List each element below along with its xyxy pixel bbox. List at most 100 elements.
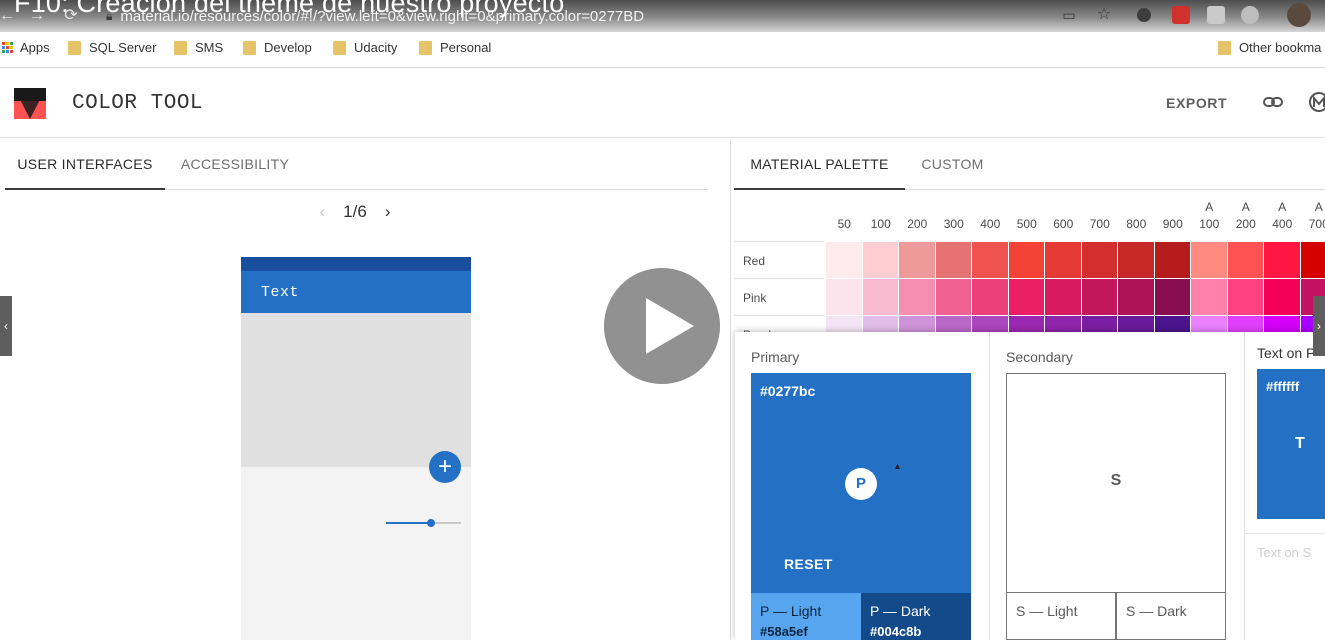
palette-column-header: 200 [907, 217, 928, 231]
primary-dark-swatch[interactable]: P — Dark #004c8b [861, 593, 971, 640]
color-tool-logo [14, 88, 46, 119]
phone-status-bar [241, 257, 471, 271]
bookmark-personal[interactable]: Personal [419, 40, 491, 55]
theme-card: Primary #0277bc P RESET P — Light #58a5e… [735, 332, 1325, 640]
palette-swatch[interactable] [1191, 242, 1227, 278]
extension-icon[interactable] [1137, 8, 1151, 22]
card-separator [1244, 533, 1325, 534]
bookmark-sql-server[interactable]: SQL Server [68, 40, 156, 55]
bookmark-label: Develop [264, 40, 312, 55]
mouse-cursor-icon: ▲ [893, 461, 902, 471]
primary-light-swatch[interactable]: P — Light #58a5ef [751, 593, 861, 640]
palette-swatch[interactable] [899, 279, 935, 315]
slider[interactable] [386, 519, 461, 527]
app-header: COLOR TOOL EXPORT [0, 69, 1325, 138]
palette-swatch[interactable] [1227, 279, 1263, 315]
bookmark-sms[interactable]: SMS [174, 40, 223, 55]
bookmark-udacity[interactable]: Udacity [333, 40, 397, 55]
reset-button[interactable]: RESET [784, 556, 833, 572]
primary-light-label: P — Light [760, 603, 822, 619]
palette-column-header: 300 [943, 217, 964, 231]
folder-icon [419, 40, 432, 55]
tab-custom[interactable]: CUSTOM [910, 139, 995, 190]
palette-swatch[interactable] [862, 242, 898, 278]
bookmark-label: Personal [440, 40, 492, 55]
text-on-p-label: Text on P [1257, 345, 1316, 361]
palette-swatch[interactable] [1118, 279, 1154, 315]
text-on-p-block[interactable]: #ffffff T [1257, 369, 1325, 519]
extension-icon[interactable] [1172, 6, 1190, 24]
bookmark-label: SQL Server [89, 40, 157, 55]
palette-swatch[interactable] [1191, 279, 1227, 315]
cast-icon[interactable]: ▭ [1059, 5, 1079, 25]
text-on-s-label: Text on S [1257, 545, 1312, 560]
palette-swatch[interactable] [1008, 279, 1044, 315]
tab-material-palette[interactable]: MATERIAL PALETTE [734, 139, 905, 190]
panel-divider [730, 139, 731, 640]
palette-swatch[interactable] [1154, 279, 1190, 315]
palette-row-divider [734, 241, 824, 242]
palette-row-label: Red [743, 254, 766, 268]
palette-swatch[interactable] [972, 242, 1008, 278]
secondary-color-block[interactable]: S [1006, 373, 1226, 593]
palette-swatch[interactable] [1081, 242, 1117, 278]
folder-icon [68, 40, 81, 55]
palette-row-label: Pink [743, 291, 767, 305]
folder-icon [1218, 40, 1231, 55]
palette-column-header: 700 [1089, 217, 1110, 231]
prev-slide-arrow[interactable]: ‹ [0, 296, 12, 356]
fab-add-button[interactable]: + [429, 451, 461, 483]
phone-preview: Text + [241, 257, 471, 640]
primary-dark-label: P — Dark [870, 603, 931, 619]
next-page-button[interactable]: › [385, 202, 391, 222]
palette-swatch[interactable] [1300, 242, 1325, 278]
secondary-dark-swatch[interactable]: S — Dark [1116, 593, 1226, 640]
palette-swatch[interactable] [826, 279, 862, 315]
profile-avatar[interactable] [1287, 3, 1311, 27]
bookmark-other[interactable]: Other bookma [1218, 40, 1321, 55]
palette-swatch[interactable] [1264, 279, 1300, 315]
extension-icon[interactable] [1207, 6, 1225, 24]
palette-swatch[interactable] [1045, 242, 1081, 278]
bookmark-apps[interactable]: Apps [2, 40, 50, 55]
palette-swatch[interactable] [826, 242, 862, 278]
palette-swatch[interactable] [972, 279, 1008, 315]
secondary-dark-label: S — Dark [1126, 603, 1187, 619]
palette-swatch[interactable] [1081, 279, 1117, 315]
extension-icon[interactable] [1241, 6, 1259, 24]
palette-row-divider [734, 278, 824, 279]
card-separator [989, 332, 990, 640]
page-indicator: 1/6 [343, 202, 367, 221]
tab-accessibility[interactable]: ACCESSIBILITY [171, 139, 299, 190]
next-slide-arrow[interactable]: › [1313, 296, 1325, 356]
palette-swatch[interactable] [935, 279, 971, 315]
prev-page-button[interactable]: ‹ [320, 202, 326, 222]
palette-swatch[interactable] [862, 279, 898, 315]
material-logo-icon[interactable] [1308, 91, 1325, 113]
palette-swatch[interactable] [1264, 242, 1300, 278]
primary-hex: #0277bc [760, 383, 816, 399]
bookmark-label: Other bookma [1239, 40, 1322, 55]
star-icon[interactable]: ☆ [1094, 5, 1114, 25]
palette-column-header: 900 [1162, 217, 1183, 231]
material-palette-grid: 50 100 200 300 400 500 600 700 800 900 A 100 A 200 A 40… [734, 191, 1325, 341]
bookmark-develop[interactable]: Develop [243, 40, 312, 55]
palette-swatch[interactable] [1154, 242, 1190, 278]
slider-thumb[interactable] [427, 519, 435, 527]
palette-swatch[interactable] [935, 242, 971, 278]
palette-swatch[interactable] [1045, 279, 1081, 315]
link-icon[interactable] [1262, 91, 1284, 113]
palette-swatch[interactable] [1227, 242, 1263, 278]
palette-swatch[interactable] [1118, 242, 1154, 278]
bookmark-label: SMS [195, 40, 224, 55]
palette-column-header: 500 [1016, 217, 1037, 231]
tab-user-interfaces[interactable]: USER INTERFACES [5, 139, 165, 190]
palette-swatch[interactable] [899, 242, 935, 278]
play-button[interactable] [604, 268, 720, 384]
export-button[interactable]: EXPORT [1166, 95, 1227, 111]
primary-color-block[interactable]: #0277bc P RESET [751, 373, 971, 593]
secondary-light-swatch[interactable]: S — Light [1006, 593, 1116, 640]
palette-swatch[interactable] [1008, 242, 1044, 278]
palette-column-header: 800 [1126, 217, 1147, 231]
palette-column-header: A700 [1308, 200, 1325, 231]
